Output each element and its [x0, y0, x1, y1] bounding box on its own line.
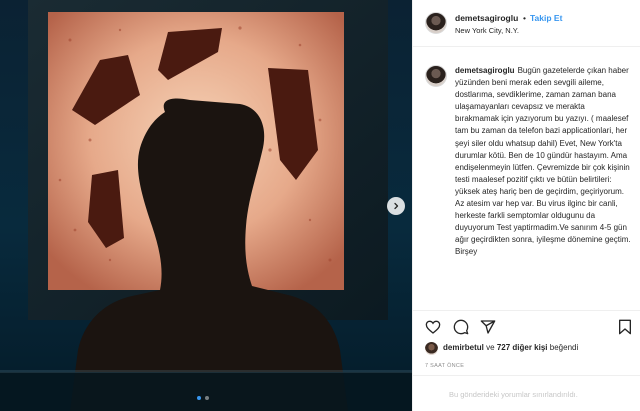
follow-button[interactable]: Takip Et: [530, 13, 562, 23]
next-slide-button[interactable]: [387, 197, 405, 215]
post-image: [0, 0, 412, 411]
bookmark-icon: [619, 319, 631, 335]
caption-username[interactable]: demetsagiroglu: [455, 66, 515, 75]
comments-disabled-notice: Bu gönderideki yorumlar sınırlandırıldı.: [413, 375, 640, 411]
comments-disabled-text: Bu gönderideki yorumlar sınırlandırıldı.: [449, 390, 578, 399]
separator-dot: •: [523, 13, 526, 23]
share-icon: [480, 320, 496, 334]
post-header: demetsagiroglu • Takip Et New York City,…: [413, 0, 640, 47]
likes-connector: ve: [486, 343, 495, 352]
comment-button[interactable]: [453, 319, 469, 335]
action-bar: [413, 310, 640, 343]
share-button[interactable]: [480, 319, 496, 335]
carousel-dot-active: [197, 396, 201, 400]
post-photo-art: [0, 0, 412, 411]
save-button[interactable]: [617, 319, 633, 335]
likes-text: demirbetul ve 727 diğer kişi beğendi: [443, 343, 578, 352]
carousel-dot: [205, 396, 209, 400]
likes-count[interactable]: 727 diğer kişi: [497, 343, 548, 352]
caption-area[interactable]: demetsagiroglu Bugün gazetelerde çıkan ha…: [413, 48, 640, 310]
liker-username[interactable]: demirbetul: [443, 343, 484, 352]
caption-body: Bugün gazetelerde çıkan haber yüzünden b…: [455, 66, 631, 257]
likes-suffix: beğendi: [549, 343, 579, 352]
heart-icon: [425, 320, 441, 334]
carousel-indicator: [197, 396, 209, 400]
caption-avatar[interactable]: [425, 65, 447, 87]
liker-avatar[interactable]: [425, 342, 438, 355]
comment-icon: [453, 319, 469, 335]
post-timestamp[interactable]: 7 SAAT ÖNCE: [425, 363, 464, 369]
avatar[interactable]: [425, 12, 447, 34]
chevron-right-icon: [394, 202, 399, 210]
like-button[interactable]: [425, 319, 441, 335]
post-location[interactable]: New York City, N.Y.: [455, 26, 519, 35]
post-panel: demetsagiroglu • Takip Et New York City,…: [412, 0, 640, 411]
header-username[interactable]: demetsagiroglu: [455, 13, 518, 23]
caption: demetsagiroglu Bugün gazetelerde çıkan ha…: [455, 65, 631, 259]
